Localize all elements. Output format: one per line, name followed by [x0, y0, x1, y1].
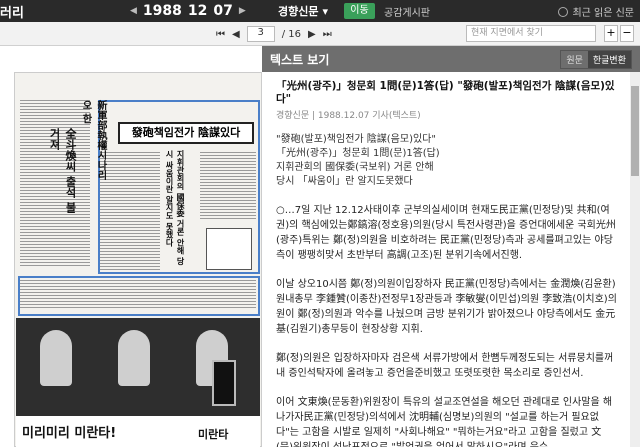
zoom-out-icon[interactable]: −: [620, 25, 634, 42]
article-title: 「光州(광주)」청문회 1問(문)1答(답) "發砲(발포)책임전가 陰謀(음모…: [276, 80, 615, 105]
article-subhead: 지휘관회의 國保委(국보위) 거론 안해: [276, 162, 434, 173]
prev-page-icon[interactable]: ◀: [232, 29, 240, 40]
text-scrollbar[interactable]: [630, 72, 640, 447]
next-page-icon[interactable]: ▶: [308, 29, 316, 40]
newspaper-select-value: 경향신문: [278, 5, 319, 18]
korean-convert-button[interactable]: 한글변환: [587, 51, 631, 68]
ad-product-can: [212, 360, 236, 406]
scan-cartoon: [206, 228, 252, 270]
page-number-input[interactable]: 3: [246, 26, 275, 42]
article-paragraph: ○…7일 지난 12.12사태이후 군부의실세이며 현재도民正黨(민정당)및 共…: [276, 205, 616, 261]
article-subheads: "發砲(발포)책임전가 陰謀(음모)있다" 「光州(광주)」청문회 1問(문)1…: [276, 133, 618, 189]
date-prev-arrow-icon[interactable]: ◀: [130, 6, 137, 16]
public-board-link[interactable]: 공감게시판: [384, 4, 430, 19]
article-subhead: 「光州(광주)」청문회 1問(문)1答(답): [276, 148, 440, 159]
ad-slogan: 미리미리 미란타!: [22, 426, 117, 441]
scrollbar-thumb[interactable]: [631, 86, 639, 176]
clock-icon: [558, 6, 569, 17]
article-box[interactable]: [18, 276, 260, 316]
top-bar: 러리 ◀ 1988 12 07 ▶ 경향신문 ▾ 이동 공감게시판 최근 읽은 …: [0, 0, 640, 22]
zoom-controls: + −: [604, 25, 634, 42]
ad-person: [40, 330, 72, 386]
recent-newspapers-label: 최근 읽은 신문: [572, 8, 634, 19]
zoom-in-icon[interactable]: +: [604, 25, 618, 42]
date-navigator: ◀ 1988 12 07 ▶: [130, 0, 246, 22]
article-text-body: 「光州(광주)」청문회 1問(문)1答(답) "發砲(발포)책임전가 陰謀(음모…: [276, 80, 618, 447]
article-subhead: 당시 「싸움이」란 알지도못했다: [276, 176, 413, 187]
go-button[interactable]: 이동: [344, 3, 375, 19]
text-view-header: 텍스트 보기 원문 한글변환: [262, 46, 640, 72]
article-meta: 경향신문 | 1988.12.07 기사(텍스트): [276, 111, 421, 121]
recent-newspapers-link[interactable]: 최근 읽은 신문: [558, 4, 634, 19]
chevron-down-icon: ▾: [322, 4, 329, 18]
scan-headline: 發砲책임전가 陰謀있다: [118, 122, 254, 144]
article-paragraph: 이어 文東煥(문동환)위원장이 특유의 설교조연설을 해오던 관례대로 인사말을…: [276, 397, 613, 447]
ad-brand: 미란타: [198, 428, 229, 441]
article-subhead: "發砲(발포)책임전가 陰謀(음모)있다": [276, 134, 436, 145]
article-paragraph: 鄭(정)의원은 입장하자마자 검은색 서류가방에서 한뼘두께정도되는 서류뭉치를…: [276, 353, 614, 379]
scan-sub-headline: 全斗煥씨 출석 불거져: [48, 128, 77, 213]
date-day[interactable]: 07: [213, 3, 232, 19]
last-page-icon[interactable]: ⏭: [323, 29, 332, 40]
text-view-title: 텍스트 보기: [270, 53, 330, 67]
view-mode-toggle: 원문 한글변환: [560, 50, 632, 69]
original-text-button[interactable]: 원문: [561, 51, 588, 68]
page-toolbar: ⏮ ◀ 3 / 16 ▶ ⏭ 현재 지면에서 찾기 + −: [0, 22, 640, 46]
article-paragraph: 이날 상오10시쯤 鄭(정)의원이입장하자 民正黨(민정당)측에서는 金潤煥(김…: [276, 279, 617, 335]
date-month[interactable]: 12: [188, 3, 207, 19]
scan-side-headline: 新軍部執權시나리오 한: [80, 100, 106, 180]
page-search-input[interactable]: 현재 지면에서 찾기: [466, 25, 596, 42]
app-logo: 러리: [0, 6, 24, 21]
first-page-icon[interactable]: ⏮: [216, 29, 225, 40]
text-view-pane: 텍스트 보기 원문 한글변환 「光州(광주)」청문회 1問(문)1答(답) "發…: [262, 46, 640, 447]
date-next-arrow-icon[interactable]: ▶: [239, 6, 246, 16]
page-navigator: ⏮ ◀ 3 / 16 ▶ ⏭: [216, 25, 332, 43]
page-total: / 16: [281, 28, 301, 40]
date-year[interactable]: 1988: [143, 3, 182, 19]
scan-middle-column: 지휘관회의 國保委 거론 안해 당시 싸움이란 알지도 못했다: [165, 150, 185, 266]
ad-person: [118, 330, 150, 386]
newspaper-select[interactable]: 경향신문 ▾: [278, 3, 328, 19]
